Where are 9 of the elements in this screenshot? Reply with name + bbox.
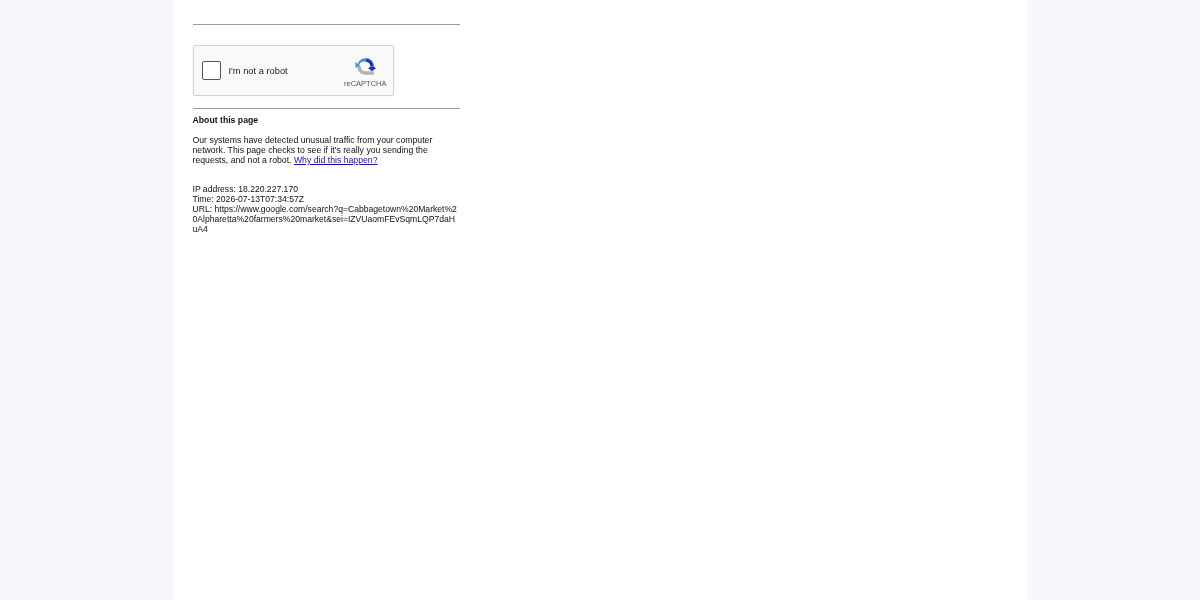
detail-text: IP address: 18.220.227.170 xyxy=(192,184,299,194)
circular-arrows-icon xyxy=(354,55,376,77)
explanation-text: Our systems have detected unusual traffic from your computer network. This page checks to see if it's really you sending the requests, and not a robot. Why did this happen? xyxy=(192,135,434,165)
detail-text: URL: https://www.google.com/search?q=Cabbagetown%20Market%20Alpharetta%20farmers%20market&sei=IZVUaomFEvSqmLQP7daHuA4 xyxy=(192,204,458,234)
section-heading: About this page xyxy=(192,115,260,125)
captcha-checkbox[interactable] xyxy=(201,61,221,80)
detail-text: Time: 2026-07-13T07:34:57Z xyxy=(192,194,305,204)
why-link[interactable]: Why did this happen? xyxy=(293,155,378,165)
checkbox-label: I'm not a robot xyxy=(228,65,288,76)
